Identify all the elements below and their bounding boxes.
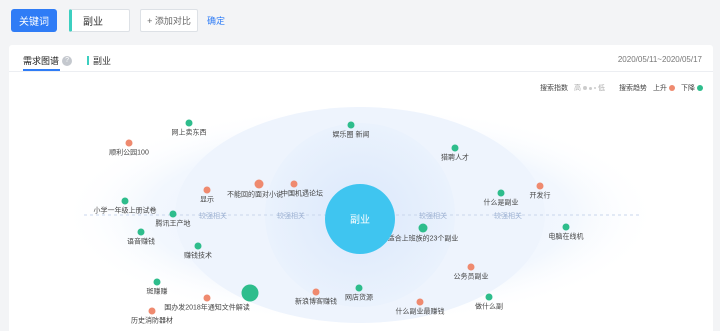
- legend-scale-high: 高: [574, 85, 581, 92]
- graph-node-dot[interactable]: [148, 307, 156, 315]
- graph-node-label[interactable]: 猎聘人才: [441, 153, 469, 162]
- legend-up-label: 上升: [653, 85, 667, 92]
- graph-node-label[interactable]: 网店货源: [345, 293, 373, 302]
- graph-node-dot[interactable]: [497, 189, 505, 197]
- graph-node-label[interactable]: 什么副业最赚钱: [396, 307, 445, 316]
- graph-node-dot[interactable]: [355, 284, 363, 292]
- graph-node-label[interactable]: 顺利公园100: [109, 148, 149, 157]
- keyword-button[interactable]: 关键词: [11, 9, 57, 32]
- legend: 搜索指数 高 低 搜索趋势 上升 下降: [540, 83, 703, 93]
- graph-node-label[interactable]: 网上卖东西: [172, 128, 207, 137]
- ring-label-inner-left: 较强相关: [277, 211, 305, 220]
- legend-down-dot-icon: [697, 85, 703, 91]
- graph-node-label[interactable]: 适合上班族的23个副业: [388, 234, 459, 243]
- keyword-color-bar: [87, 56, 89, 65]
- graph-node-dot[interactable]: [194, 242, 202, 250]
- graph-node-label[interactable]: 小学一年级上册试卷: [94, 206, 157, 215]
- graph-node-label[interactable]: 娱乐圈 新闻: [333, 130, 370, 139]
- graph-node-dot[interactable]: [416, 298, 424, 306]
- graph-node-dot[interactable]: [418, 223, 428, 233]
- graph-node-dot[interactable]: [485, 293, 493, 301]
- center-node-label: 副业: [350, 214, 370, 226]
- graph-node-label[interactable]: 电脑在线机: [549, 232, 584, 241]
- tab-demand-graph[interactable]: 需求图谱 ?: [23, 54, 73, 67]
- graph-node-label[interactable]: 斑赚赚: [147, 287, 168, 296]
- tab-active-indicator: [23, 69, 60, 71]
- graph-node-dot[interactable]: [121, 197, 129, 205]
- graph-node-label[interactable]: 赚钱技术: [184, 251, 212, 260]
- legend-search-index-label: 搜索指数: [540, 85, 568, 92]
- graph-node-dot[interactable]: [290, 180, 298, 188]
- ring-label-left: 较强相关: [199, 211, 227, 220]
- ring-label-inner-right: 较强相关: [419, 211, 447, 220]
- graph-node-dot[interactable]: [312, 288, 320, 296]
- tab-keyword[interactable]: 副业: [87, 54, 111, 67]
- graph-node-dot[interactable]: [125, 139, 133, 147]
- graph-node-label[interactable]: 做什么副: [475, 302, 503, 311]
- tab-bar: 需求图谱 ? 副业 2020/05/11~2020/05/17: [9, 45, 713, 72]
- graph-node-dot[interactable]: [203, 186, 211, 194]
- tab-keyword-label: 副业: [93, 56, 112, 66]
- ring-label-right: 较强相关: [494, 211, 522, 220]
- graph-node-dot[interactable]: [153, 278, 161, 286]
- graph-node-label[interactable]: 历史消防器材: [131, 316, 173, 325]
- legend-search-trend-label: 搜索趋势: [619, 85, 647, 92]
- scale-dot-icon: [589, 86, 592, 90]
- tab-demand-graph-label: 需求图谱: [23, 56, 60, 66]
- legend-down-label: 下降: [681, 85, 695, 92]
- graph-node-label[interactable]: 语音赚钱: [127, 237, 155, 246]
- graph-node-label[interactable]: 中国机遇论坛: [281, 189, 323, 198]
- scale-dot-icon: [583, 86, 587, 90]
- keyword-input[interactable]: 副业: [69, 9, 130, 32]
- graph-node-dot[interactable]: [536, 182, 544, 190]
- graph-node-dot[interactable]: [562, 223, 570, 231]
- add-compare-button[interactable]: + 添加对比: [140, 9, 198, 32]
- graph-node-dot[interactable]: [347, 121, 355, 129]
- confirm-link[interactable]: 确定: [207, 14, 225, 27]
- graph-node-dot[interactable]: [137, 228, 145, 236]
- legend-up-dot-icon: [669, 85, 675, 91]
- graph-node-dot[interactable]: [169, 210, 177, 218]
- graph-node-dot[interactable]: [241, 284, 259, 302]
- graph-node-label[interactable]: 腾讯王产地: [156, 219, 191, 228]
- help-icon[interactable]: ?: [62, 55, 73, 66]
- graph-node-label[interactable]: 不能回的面对小说: [227, 190, 283, 199]
- graph-node-dot[interactable]: [203, 294, 211, 302]
- demand-graph-card: 较强相关 较强相关 较强相关 较强相关 网上卖东西 娱乐圈 新闻顺利公园100 猎聘…: [9, 45, 713, 331]
- graph-node-dot[interactable]: [185, 119, 193, 127]
- graph-node-label[interactable]: 什么是副业: [484, 198, 519, 207]
- graph-node-dot[interactable]: [467, 263, 475, 271]
- app: 关键词 副业 + 添加对比 确定 较强相关 较强相关 较强相关 较强相关 网上卖…: [0, 0, 720, 331]
- legend-index-scale: 高 低: [574, 83, 605, 93]
- graph-node-label[interactable]: 新浪博客赚钱: [295, 297, 337, 306]
- legend-scale-low: 低: [598, 85, 605, 92]
- graph-node-label[interactable]: 开发行: [530, 191, 551, 200]
- graph-node-label[interactable]: 公务员副业: [454, 272, 489, 281]
- graph-node-dot[interactable]: [451, 144, 459, 152]
- toolbar: 关键词 副业 + 添加对比 确定: [0, 0, 720, 42]
- graph-node-label[interactable]: 国办发2018年通知文件解读: [164, 303, 250, 312]
- scale-dot-icon: [594, 87, 596, 89]
- graph-node-dot[interactable]: [254, 179, 264, 189]
- graph-node-label[interactable]: 显示: [200, 196, 214, 204]
- date-range: 2020/05/11~2020/05/17: [617, 55, 702, 64]
